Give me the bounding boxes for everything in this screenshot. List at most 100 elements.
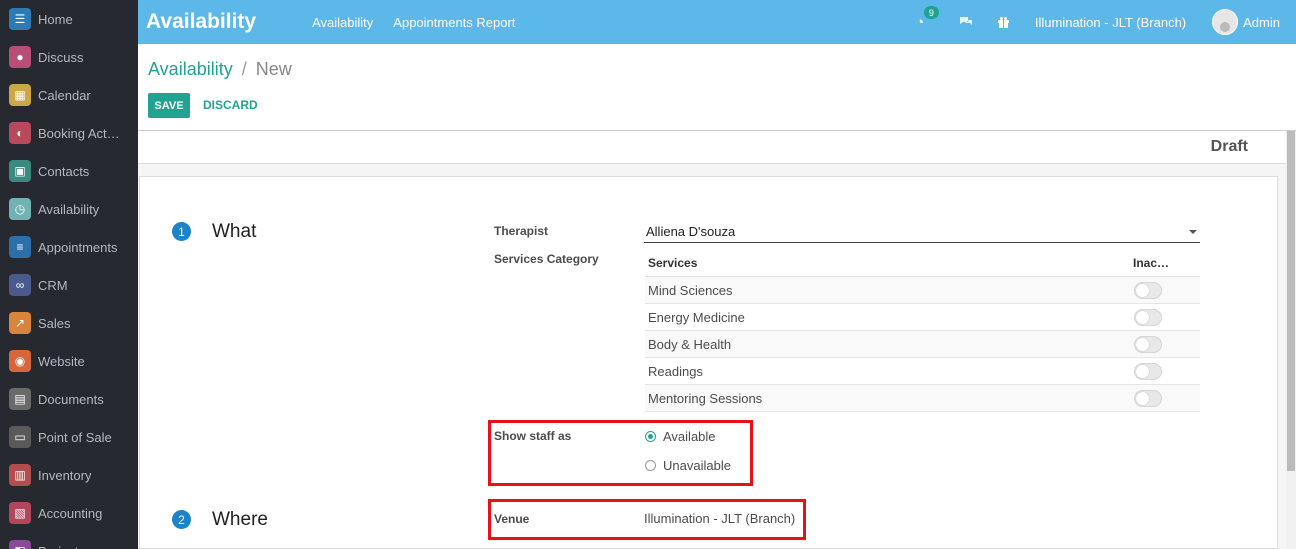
breadcrumb-parent[interactable]: Availability — [148, 59, 233, 79]
inactive-toggle[interactable] — [1134, 335, 1162, 353]
column-inactive[interactable]: Inac… — [1133, 256, 1200, 270]
services-table: Services Inac… Mind Sciences Energy Medic… — [645, 250, 1200, 412]
avatar[interactable] — [1212, 9, 1239, 35]
sidebar-item-calendar[interactable]: ▦ Calendar — [0, 76, 138, 114]
sidebar-item-accounting[interactable]: ▧ Accounting — [0, 494, 138, 532]
project-icon: ◧ — [9, 540, 31, 549]
toggle-knob — [1136, 391, 1149, 405]
crm-icon: ∞ — [9, 274, 31, 296]
sidebar-item-documents[interactable]: ▤ Documents — [0, 380, 138, 418]
toggle-knob — [1136, 310, 1149, 324]
sidebar-item-label: Calendar — [38, 87, 91, 103]
services-category-label: Services Category — [494, 252, 599, 266]
table-row[interactable]: Mentoring Sessions — [645, 385, 1200, 412]
chevron-down-icon[interactable] — [1189, 230, 1197, 234]
sidebar-item-pos[interactable]: ▭ Point of Sale — [0, 418, 138, 456]
service-name: Mind Sciences — [648, 282, 733, 298]
inactive-cell — [1133, 308, 1200, 326]
home-icon: ☰ — [9, 8, 31, 30]
therapist-value: Alliena D'souza — [646, 224, 736, 239]
activity-icon[interactable]: ◔ 9 — [909, 6, 939, 33]
sidebar-item-label: Contacts — [38, 163, 90, 179]
app-sidebar: ☰ Home ● Discuss ▦ Calendar ◐ Booking Act… ▣ Cont… — [0, 0, 138, 549]
menu-appointments-report[interactable]: Appointments Report — [393, 15, 515, 30]
table-row[interactable]: Readings — [645, 358, 1200, 385]
inactive-cell — [1133, 362, 1200, 380]
scrollbar-thumb[interactable] — [1287, 131, 1295, 471]
status-bar: Draft — [138, 131, 1286, 164]
company-switcher[interactable]: Illumination - JLT (Branch) — [1035, 15, 1186, 30]
sidebar-item-contacts[interactable]: ▣ Contacts — [0, 152, 138, 190]
systray: ◔ 9 Illumination - JLT (Branch) Admin — [893, 0, 1280, 44]
service-name: Mentoring Sessions — [648, 390, 763, 406]
step-2-badge: 2 — [172, 510, 191, 529]
sidebar-item-project[interactable]: ◧ Project — [0, 532, 138, 549]
services-table-header: Services Inac… — [645, 250, 1200, 277]
breadcrumb: Availability / New — [148, 59, 292, 80]
sidebar-item-label: Project — [38, 544, 78, 549]
discard-button[interactable]: DISCARD — [203, 98, 258, 112]
therapist-field[interactable]: Alliena D'souza — [644, 221, 1200, 243]
control-panel: Availability / New SAVE DISCARD — [138, 44, 1296, 131]
activity-count-badge: 9 — [923, 6, 939, 19]
calendar-icon: ▦ — [9, 84, 31, 106]
highlight-show-staff — [488, 420, 753, 486]
breadcrumb-current: New — [255, 59, 292, 79]
top-navbar: Availability Availability Appointments R… — [138, 0, 1296, 44]
chat-icon[interactable] — [955, 11, 977, 33]
gift-icon[interactable] — [993, 11, 1015, 33]
discuss-icon: ● — [9, 46, 31, 68]
sidebar-item-label: Accounting — [38, 505, 103, 521]
sidebar-item-label: Point of Sale — [38, 429, 112, 445]
app-title: Availability — [146, 10, 257, 33]
sidebar-item-inventory[interactable]: ▥ Inventory — [0, 456, 138, 494]
sidebar-item-availability[interactable]: ◷ Availability — [0, 190, 138, 228]
inactive-cell — [1133, 389, 1200, 407]
sidebar-item-appointments[interactable]: ≡ Appointments — [0, 228, 138, 266]
toggle-knob — [1136, 364, 1149, 378]
sidebar-item-label: Booking Act… — [38, 125, 120, 141]
service-name: Energy Medicine — [648, 309, 745, 325]
service-name: Readings — [648, 363, 703, 379]
inactive-toggle[interactable] — [1134, 389, 1162, 407]
sidebar-item-booking[interactable]: ◐ Booking Act… — [0, 114, 138, 152]
sidebar-item-label: Sales — [38, 315, 71, 331]
inactive-toggle[interactable] — [1134, 281, 1162, 299]
table-row[interactable]: Energy Medicine — [645, 304, 1200, 331]
inactive-cell — [1133, 335, 1200, 353]
sidebar-item-home[interactable]: ☰ Home — [0, 0, 138, 38]
sidebar-item-website[interactable]: ◉ Website — [0, 342, 138, 380]
user-menu[interactable]: Admin — [1243, 15, 1280, 30]
contacts-icon: ▣ — [9, 160, 31, 182]
table-row[interactable]: Body & Health — [645, 331, 1200, 358]
documents-icon: ▤ — [9, 388, 31, 410]
toggle-knob — [1136, 283, 1149, 297]
availability-icon: ◷ — [9, 198, 31, 220]
website-icon: ◉ — [9, 350, 31, 372]
sidebar-item-sales[interactable]: ↗ Sales — [0, 304, 138, 342]
sidebar-item-label: Documents — [38, 391, 104, 407]
sidebar-item-label: CRM — [38, 277, 68, 293]
sales-icon: ↗ — [9, 312, 31, 334]
appointments-icon: ≡ — [9, 236, 31, 258]
scrollbar[interactable] — [1286, 131, 1296, 549]
service-name: Body & Health — [648, 336, 732, 352]
inventory-icon: ▥ — [9, 464, 31, 486]
booking-icon: ◐ — [9, 122, 31, 144]
accounting-icon: ▧ — [9, 502, 31, 524]
column-services[interactable]: Services — [645, 256, 1133, 270]
sidebar-item-label: Home — [38, 11, 73, 27]
sidebar-item-crm[interactable]: ∞ CRM — [0, 266, 138, 304]
menu-availability[interactable]: Availability — [312, 15, 373, 30]
inactive-toggle[interactable] — [1134, 308, 1162, 326]
pos-icon: ▭ — [9, 426, 31, 448]
inactive-toggle[interactable] — [1134, 362, 1162, 380]
sidebar-item-discuss[interactable]: ● Discuss — [0, 38, 138, 76]
therapist-label: Therapist — [494, 224, 549, 238]
section-where-title: Where — [212, 509, 268, 530]
table-row[interactable]: Mind Sciences — [645, 277, 1200, 304]
toggle-knob — [1136, 337, 1149, 351]
sidebar-item-label: Discuss — [38, 49, 84, 65]
save-button[interactable]: SAVE — [148, 93, 190, 118]
inactive-cell — [1133, 281, 1200, 299]
